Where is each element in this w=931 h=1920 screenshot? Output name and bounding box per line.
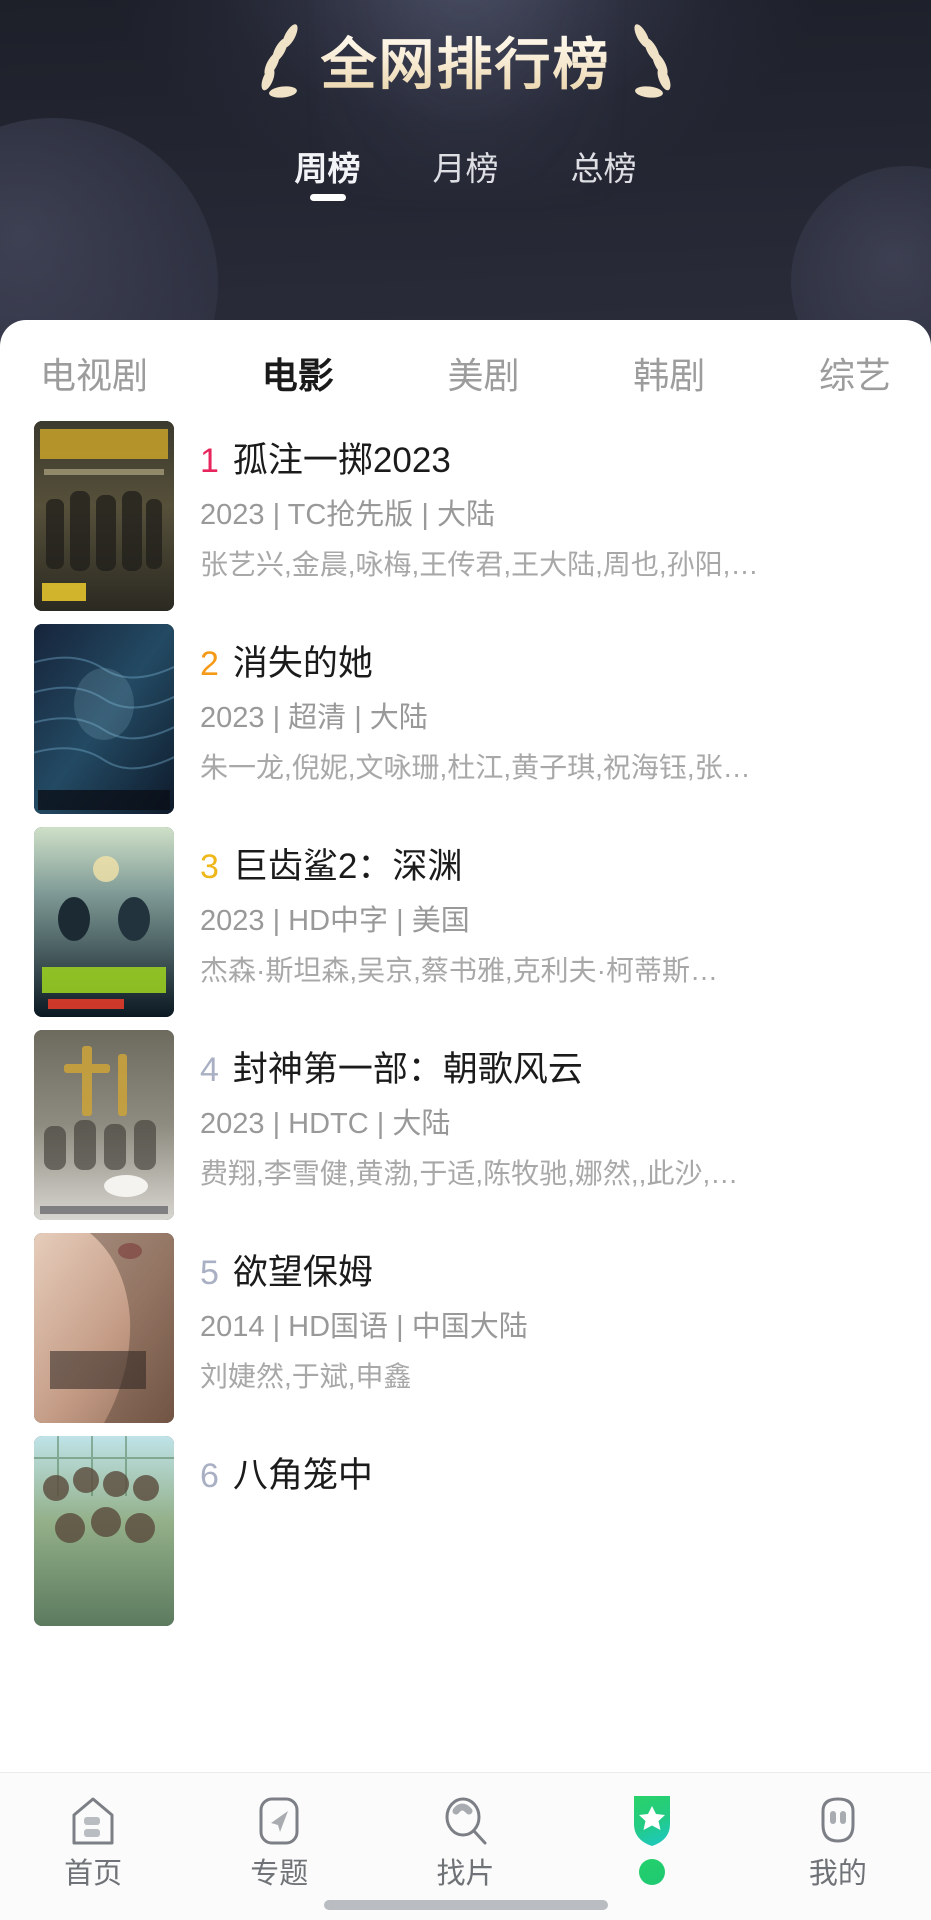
poster-yu-wang-bao-mu[interactable] <box>34 1233 174 1424</box>
list-item-info: 2 消失的她 2023 | 超清 | 大陆 朱一龙,倪妮,文咏珊,杜江,黄子琪,… <box>200 624 903 785</box>
tabbar-label-topics: 专题 <box>250 1858 309 1890</box>
category-tab-bar: 电视剧 电影 美剧 韩剧 综艺 <box>0 320 931 421</box>
bottom-tab-bar: 首页 专题 找片 我的 <box>0 1772 931 1920</box>
list-item-info: 4 封神第一部：朝歌风云 2023 | HDTC | 大陆 费翔,李雪健,黄渤,… <box>200 1030 903 1191</box>
list-item-title-line: 2 消失的她 <box>200 644 903 684</box>
list-item-title-line: 1 孤注一掷2023 <box>200 441 903 481</box>
poster-feng-shen-1[interactable] <box>34 1030 174 1221</box>
period-tab-bar: 周榜 月榜 总榜 <box>0 148 931 205</box>
home-icon <box>69 1791 117 1851</box>
poster-xiao-shi-de-ta[interactable] <box>34 624 174 815</box>
search-icon <box>441 1791 491 1851</box>
period-tab-all[interactable]: 总榜 <box>565 148 643 205</box>
period-tab-active-indicator <box>309 194 346 202</box>
list-item[interactable]: 2 消失的她 2023 | 超清 | 大陆 朱一龙,倪妮,文咏珊,杜江,黄子琪,… <box>0 624 931 827</box>
laurel-branch-right-icon <box>627 24 673 107</box>
list-item[interactable]: 6 八角笼中 <box>0 1436 931 1639</box>
list-item-info: 6 八角笼中 <box>200 1436 903 1513</box>
category-tab-tv[interactable]: 电视剧 <box>40 354 148 397</box>
movie-cast: 杰森·斯坦森,吴京,蔡书雅,克利夫·柯蒂斯… <box>200 955 718 987</box>
title-row: 全网排行榜 <box>0 24 931 107</box>
movie-meta: 2014 | HD国语 | 中国大陆 <box>200 1311 528 1344</box>
ranking-page: 全网排行榜 周榜 月榜 总榜 电视剧 电影 美剧 韩剧 综艺 1 孤注一掷202… <box>0 0 931 1920</box>
movie-title: 八角笼中 <box>232 1456 373 1496</box>
tabbar-item-search[interactable]: 找片 <box>372 1791 558 1891</box>
rank-number: 2 <box>200 645 219 684</box>
person-icon <box>815 1791 861 1851</box>
period-tab-all-label: 总榜 <box>570 150 637 187</box>
movie-cast: 张艺兴,金晨,咏梅,王传君,王大陆,周也,孙阳,… <box>200 549 759 581</box>
ranking-list[interactable]: 1 孤注一掷2023 2023 | TC抢先版 | 大陆 张艺兴,金晨,咏梅,王… <box>0 421 931 1793</box>
category-tab-us-drama[interactable]: 美剧 <box>447 354 519 397</box>
rank-number: 5 <box>200 1254 219 1293</box>
shield-star-icon <box>626 1791 678 1851</box>
tabbar-label-search: 找片 <box>436 1858 495 1890</box>
period-tab-month-label: 月榜 <box>432 150 499 187</box>
tabbar-item-home[interactable]: 首页 <box>0 1791 186 1891</box>
list-item-title-line: 4 封神第一部：朝歌风云 <box>200 1050 903 1090</box>
movie-cast: 刘婕然,于斌,申鑫 <box>200 1361 412 1393</box>
favorites-active-dot <box>638 1859 665 1885</box>
compass-send-icon <box>256 1791 302 1851</box>
list-item-title-line: 3 巨齿鲨2：深渊 <box>200 847 903 887</box>
period-tab-week-label: 周榜 <box>294 150 361 187</box>
tabbar-label-home: 首页 <box>64 1858 123 1890</box>
movie-cast: 费翔,李雪健,黄渤,于适,陈牧驰,娜然,,此沙,… <box>200 1158 739 1190</box>
page-header: 全网排行榜 周榜 月榜 总榜 <box>0 0 931 340</box>
list-item-info: 1 孤注一掷2023 2023 | TC抢先版 | 大陆 张艺兴,金晨,咏梅,王… <box>200 421 903 582</box>
movie-meta: 2023 | 超清 | 大陆 <box>200 702 428 735</box>
poster-gu-zhu-yi-zhi[interactable] <box>34 421 174 612</box>
laurel-branch-left-icon <box>259 24 305 107</box>
movie-meta: 2023 | HD中字 | 美国 <box>200 905 470 938</box>
movie-title: 封神第一部：朝歌风云 <box>232 1050 583 1090</box>
movie-title: 欲望保姆 <box>232 1253 373 1293</box>
poster-ba-jiao-long-zhong[interactable] <box>34 1436 174 1627</box>
movie-meta: 2023 | HDTC | 大陆 <box>200 1108 451 1141</box>
tabbar-label-mine: 我的 <box>808 1858 867 1890</box>
list-item-info: 5 欲望保姆 2014 | HD国语 | 中国大陆 刘婕然,于斌,申鑫 <box>200 1233 903 1394</box>
list-item[interactable]: 1 孤注一掷2023 2023 | TC抢先版 | 大陆 张艺兴,金晨,咏梅,王… <box>0 421 931 624</box>
rank-number: 6 <box>200 1457 219 1496</box>
period-tab-month[interactable]: 月榜 <box>427 148 505 205</box>
category-tab-kr-drama[interactable]: 韩剧 <box>633 354 705 397</box>
movie-cast: 朱一龙,倪妮,文咏珊,杜江,黄子琪,祝海钰,张… <box>200 752 751 784</box>
tabbar-item-mine[interactable]: 我的 <box>745 1791 931 1891</box>
list-item-title-line: 6 八角笼中 <box>200 1456 903 1496</box>
category-tab-variety[interactable]: 综艺 <box>819 354 891 397</box>
list-item[interactable]: 3 巨齿鲨2：深渊 2023 | HD中字 | 美国 杰森·斯坦森,吴京,蔡书雅… <box>0 827 931 1030</box>
movie-meta: 2023 | TC抢先版 | 大陆 <box>200 499 495 532</box>
movie-title: 消失的她 <box>232 644 373 684</box>
movie-title: 孤注一掷2023 <box>232 441 451 481</box>
list-item[interactable]: 4 封神第一部：朝歌风云 2023 | HDTC | 大陆 费翔,李雪健,黄渤,… <box>0 1030 931 1233</box>
poster-ju-chi-sha-2[interactable] <box>34 827 174 1018</box>
list-item-info: 3 巨齿鲨2：深渊 2023 | HD中字 | 美国 杰森·斯坦森,吴京,蔡书雅… <box>200 827 903 988</box>
category-tab-movie[interactable]: 电影 <box>262 354 334 397</box>
tabbar-item-topics[interactable]: 专题 <box>186 1791 372 1891</box>
rank-number: 1 <box>200 442 219 481</box>
rank-number: 3 <box>200 848 219 887</box>
list-item-title-line: 5 欲望保姆 <box>200 1253 903 1293</box>
tabbar-item-favorites[interactable] <box>559 1791 745 1893</box>
list-item[interactable]: 5 欲望保姆 2014 | HD国语 | 中国大陆 刘婕然,于斌,申鑫 <box>0 1233 931 1436</box>
content-sheet: 电视剧 电影 美剧 韩剧 综艺 1 孤注一掷2023 2023 | TC抢先版 … <box>0 320 931 1920</box>
home-indicator <box>323 1900 608 1910</box>
rank-number: 4 <box>200 1051 219 1090</box>
page-title: 全网排行榜 <box>320 33 611 97</box>
period-tab-week[interactable]: 周榜 <box>289 148 367 205</box>
movie-title: 巨齿鲨2：深渊 <box>232 847 463 887</box>
